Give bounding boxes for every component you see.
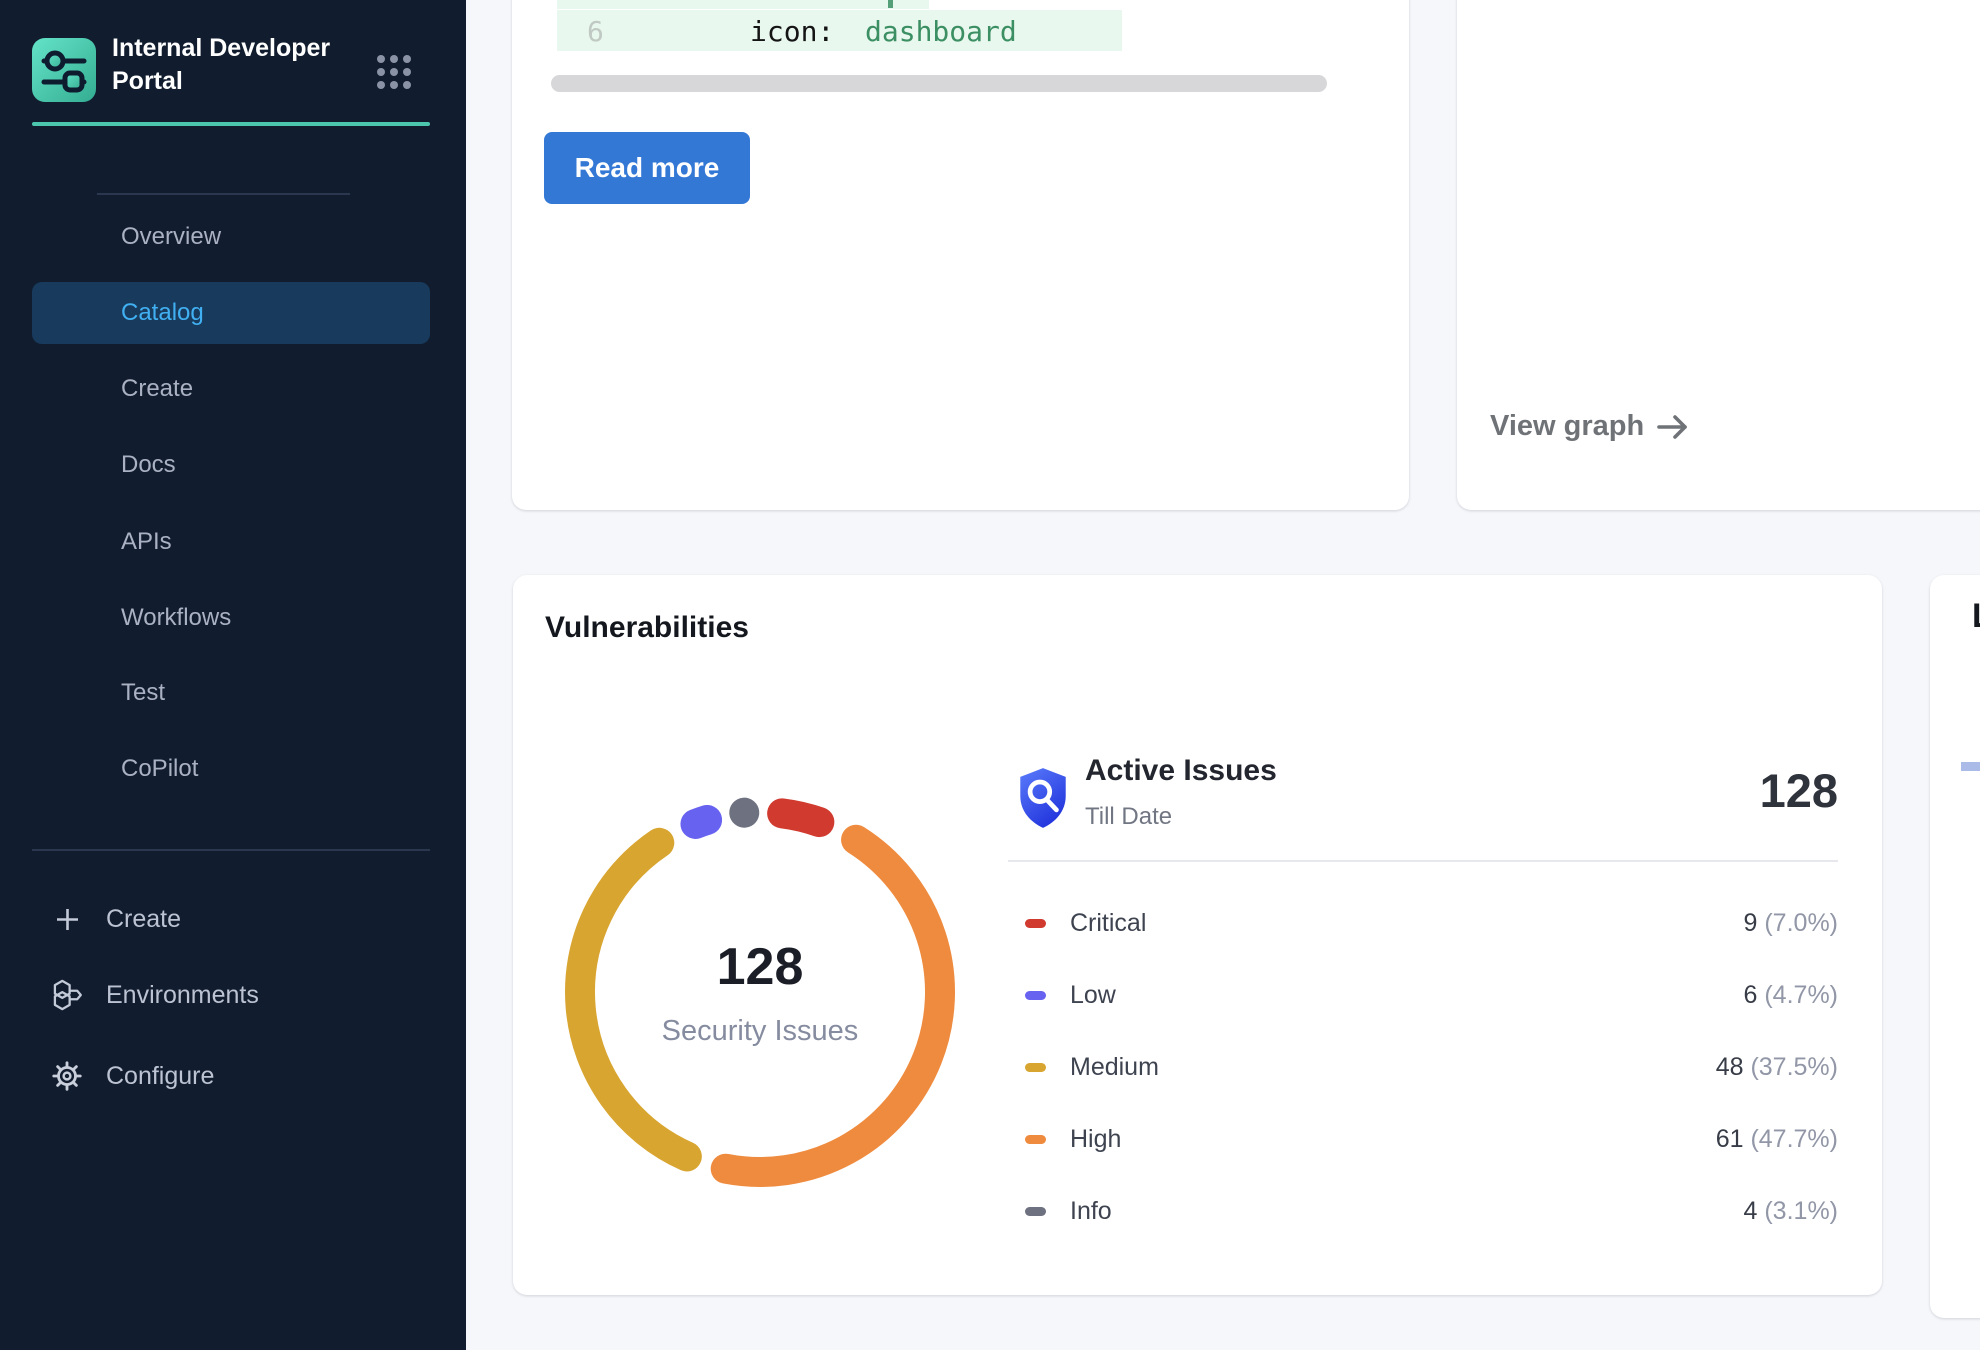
code-value: dashboard bbox=[865, 15, 1017, 48]
sidebar-item-label: Create bbox=[121, 375, 193, 403]
active-issues-title: Active Issues bbox=[1085, 754, 1277, 788]
legend-row-medium: Medium 48 (37.5%) bbox=[1025, 1052, 1838, 1082]
partial-card-title: L bbox=[1972, 597, 1980, 636]
gear-icon bbox=[50, 1059, 84, 1093]
legend-row-info: Info 4 (3.1%) bbox=[1025, 1196, 1838, 1226]
sidebar: Internal Developer Portal Overview Catal… bbox=[0, 0, 466, 1350]
sidebar-item-label: Docs bbox=[121, 451, 176, 479]
legend-label: Info bbox=[1070, 1197, 1112, 1226]
sidebar-action-environments[interactable]: Environments bbox=[0, 967, 466, 1023]
sidebar-item-label: APIs bbox=[121, 528, 172, 556]
donut-segment-high bbox=[726, 840, 940, 1172]
sidebar-item-label: Catalog bbox=[121, 299, 204, 327]
code-glyph-fragment bbox=[888, 0, 893, 8]
sidebar-action-configure[interactable]: Configure bbox=[0, 1048, 466, 1104]
legend-swatch bbox=[1025, 1135, 1046, 1144]
legend-row-critical: Critical 9 (7.0%) bbox=[1025, 908, 1838, 938]
view-graph-link[interactable]: View graph bbox=[1490, 410, 1690, 443]
partial-card: L bbox=[1930, 575, 1980, 1318]
partial-bar-chart-fragment bbox=[1961, 762, 1980, 771]
legend-label: Critical bbox=[1070, 909, 1146, 938]
legend-label: High bbox=[1070, 1125, 1121, 1154]
graph-card: View graph bbox=[1457, 0, 1980, 510]
active-issues-total: 128 bbox=[1760, 763, 1838, 818]
page: Internal Developer Portal Overview Catal… bbox=[0, 0, 1980, 1350]
card-title: Vulnerabilities bbox=[545, 611, 749, 645]
sidebar-action-label: Configure bbox=[106, 1062, 214, 1091]
legend-label: Low bbox=[1070, 981, 1116, 1010]
sidebar-action-label: Create bbox=[106, 905, 181, 934]
legend-swatch bbox=[1025, 991, 1046, 1000]
nav-divider bbox=[97, 193, 350, 195]
apps-grid-icon[interactable] bbox=[376, 54, 412, 90]
legend-row-low: Low 6 (4.7%) bbox=[1025, 980, 1838, 1010]
sidebar-item-label: Test bbox=[121, 679, 165, 707]
nav-divider bbox=[32, 849, 430, 851]
legend-count: 9 bbox=[1744, 909, 1758, 937]
sidebar-action-create[interactable]: Create bbox=[0, 891, 466, 947]
legend-count: 6 bbox=[1744, 981, 1758, 1009]
divider bbox=[1008, 860, 1838, 862]
vulnerabilities-card: Vulnerabilities 128 Security Issues Acti… bbox=[513, 575, 1882, 1295]
sidebar-item-catalog[interactable]: Catalog bbox=[32, 282, 430, 344]
sidebar-item-overview[interactable]: Overview bbox=[32, 206, 430, 268]
sidebar-item-label: CoPilot bbox=[121, 755, 198, 783]
legend-swatch bbox=[1025, 1063, 1046, 1072]
horizontal-scrollbar[interactable] bbox=[551, 75, 1327, 92]
sidebar-item-docs[interactable]: Docs bbox=[32, 434, 430, 496]
donut-segment-medium bbox=[580, 843, 687, 1157]
legend-count: 4 bbox=[1744, 1197, 1758, 1225]
legend-count: 61 bbox=[1716, 1125, 1744, 1153]
sidebar-item-copilot[interactable]: CoPilot bbox=[32, 738, 430, 800]
sidebar-item-test[interactable]: Test bbox=[32, 662, 430, 724]
shield-search-icon bbox=[1014, 766, 1072, 830]
getting-started-card: 6 icon: dashboard Read more bbox=[512, 0, 1409, 510]
app-logo-icon bbox=[32, 38, 96, 102]
hexagons-icon bbox=[50, 978, 84, 1012]
donut-segment-critical bbox=[782, 813, 819, 822]
legend-percent: (7.0%) bbox=[1764, 909, 1838, 937]
legend-swatch bbox=[1025, 1207, 1046, 1216]
sidebar-item-apis[interactable]: APIs bbox=[32, 511, 430, 573]
legend-percent: (3.1%) bbox=[1764, 1197, 1838, 1225]
legend-percent: (37.5%) bbox=[1750, 1053, 1838, 1081]
security-issues-donut-chart bbox=[545, 777, 975, 1207]
legend-swatch bbox=[1025, 919, 1046, 928]
arrow-right-icon bbox=[1656, 414, 1690, 440]
legend-row-high: High 61 (47.7%) bbox=[1025, 1124, 1838, 1154]
sidebar-item-label: Overview bbox=[121, 223, 221, 251]
legend-count: 48 bbox=[1716, 1053, 1744, 1081]
sidebar-item-workflows[interactable]: Workflows bbox=[32, 587, 430, 649]
legend-percent: (47.7%) bbox=[1750, 1125, 1838, 1153]
legend-percent: (4.7%) bbox=[1764, 981, 1838, 1009]
legend-label: Medium bbox=[1070, 1053, 1159, 1082]
sidebar-action-label: Environments bbox=[106, 981, 259, 1010]
active-issues-subtitle: Till Date bbox=[1085, 803, 1172, 831]
view-graph-label: View graph bbox=[1490, 410, 1644, 443]
code-highlight-line: 6 icon: dashboard bbox=[557, 10, 1122, 51]
plus-icon bbox=[50, 902, 84, 936]
code-key: icon: bbox=[750, 15, 834, 48]
sidebar-accent-rule bbox=[32, 122, 430, 126]
code-highlight-line-partial bbox=[557, 0, 929, 9]
sidebar-item-create[interactable]: Create bbox=[32, 358, 430, 420]
read-more-button[interactable]: Read more bbox=[544, 132, 750, 204]
sidebar-item-label: Workflows bbox=[121, 604, 231, 632]
code-line-number: 6 bbox=[587, 15, 604, 48]
donut-segment-low bbox=[695, 820, 707, 824]
app-title: Internal Developer Portal bbox=[112, 32, 352, 98]
